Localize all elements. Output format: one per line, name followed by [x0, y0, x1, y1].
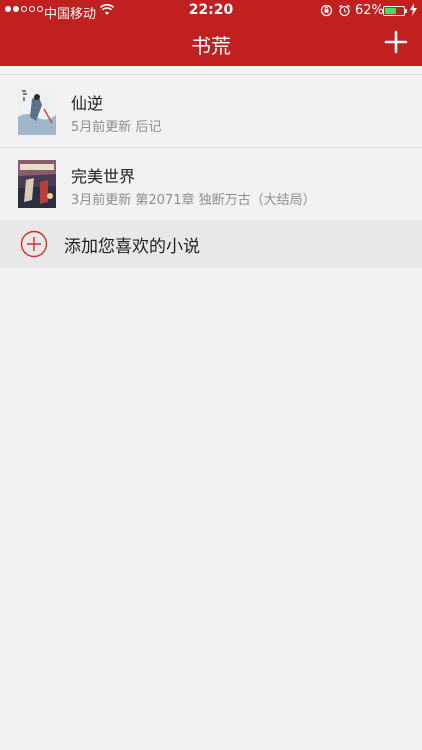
rotation-lock-icon [320, 4, 333, 17]
book-list: 仙逆 5月前更新 后记 完美世界 3月前更新 第2071章 独断万古（大结局） [0, 74, 422, 221]
battery-percent: 62% [355, 3, 384, 18]
plus-circle-icon [20, 230, 48, 258]
add-book-button[interactable] [382, 28, 410, 56]
header: 中国移动 22:20 62% 书荒 [0, 0, 422, 66]
book-row-xianni[interactable]: 仙逆 5月前更新 后记 [0, 75, 422, 148]
charging-icon [410, 3, 417, 16]
book-title: 仙逆 [71, 94, 104, 113]
status-bar: 中国移动 22:20 62% [0, 0, 422, 22]
book-row-wanmeishijie[interactable]: 完美世界 3月前更新 第2071章 独断万古（大结局） [0, 148, 422, 221]
page-title: 书荒 [191, 34, 231, 58]
book-update-info: 5月前更新 后记 [71, 120, 162, 135]
book-title: 完美世界 [71, 167, 136, 186]
book-cover-image [18, 160, 56, 208]
battery-icon [383, 6, 407, 16]
book-cover-image [18, 87, 56, 135]
add-novel-row[interactable]: 添加您喜欢的小说 [0, 220, 422, 268]
add-novel-label: 添加您喜欢的小说 [64, 237, 200, 257]
book-update-info: 3月前更新 第2071章 独断万古（大结局） [71, 193, 316, 208]
alarm-icon [339, 4, 350, 17]
